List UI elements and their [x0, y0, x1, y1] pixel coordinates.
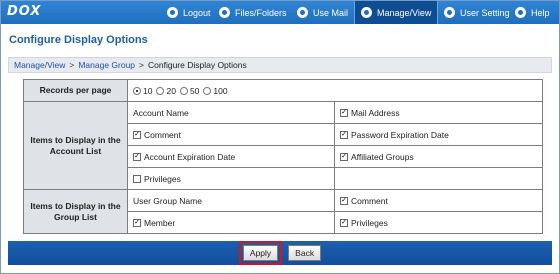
account-expiration-checkbox[interactable]: ✓	[133, 152, 141, 161]
radio-10[interactable]	[133, 86, 141, 95]
mail-address-label: Mail Address	[351, 107, 400, 118]
nav-logout[interactable]: Logout	[161, 1, 217, 24]
account-list-header: Items to Display in the Account List	[23, 101, 128, 190]
breadcrumb: Manage/View > Manage Group > Configure D…	[8, 57, 552, 73]
password-expiration-label: Password Expiration Date	[351, 129, 449, 140]
user-group-name-fixed: User Group Name	[127, 189, 335, 212]
nav-use-mail-label: Use Mail	[313, 7, 349, 18]
group-list-header: Items to Display in the Group List	[23, 189, 128, 234]
user-icon	[444, 7, 455, 18]
password-expiration-cell: ✓ Password Expiration Date	[334, 123, 543, 146]
display-options-table: Records per page 10 20 50 100 Items to D…	[23, 79, 543, 234]
empty-cell	[334, 167, 543, 190]
account-privileges-checkbox[interactable]	[133, 174, 141, 183]
records-option-10[interactable]: 10	[133, 86, 152, 96]
nav-user-setting[interactable]: User Setting	[438, 1, 516, 24]
nav-help[interactable]: Help	[509, 1, 556, 24]
mail-icon	[297, 7, 308, 18]
apply-highlight: Apply	[238, 241, 283, 265]
radio-100[interactable]	[203, 86, 212, 95]
nav-manage-view[interactable]: Manage/View	[354, 1, 439, 24]
help-icon	[515, 7, 526, 18]
breadcrumb-manage-view[interactable]: Manage/View	[14, 60, 65, 70]
manage-icon	[361, 7, 372, 18]
affiliated-groups-label: Affiliated Groups	[351, 151, 414, 162]
account-expiration-cell: ✓ Account Expiration Date	[127, 145, 335, 168]
records-per-page-header: Records per page	[23, 79, 128, 102]
group-comment-cell: ✓ Comment	[334, 189, 543, 212]
logout-icon	[167, 7, 178, 18]
breadcrumb-current: Configure Display Options	[148, 60, 247, 70]
account-mail-address-cell: ✓ Mail Address	[334, 101, 543, 124]
account-comment-checkbox[interactable]: ✓	[133, 130, 141, 139]
group-member-cell: ✓ Member	[127, 211, 335, 234]
radio-50[interactable]	[179, 86, 188, 95]
account-name-fixed: Account Name	[127, 101, 335, 124]
account-list-row: Items to Display in the Account List Acc…	[23, 101, 543, 190]
nav-manage-view-label: Manage/View	[377, 7, 432, 18]
group-comment-checkbox[interactable]: ✓	[340, 196, 348, 205]
radio-20[interactable]	[156, 86, 165, 95]
account-privileges-label: Privileges	[144, 173, 181, 184]
records-option-50[interactable]: 50	[179, 86, 199, 96]
breadcrumb-separator: >	[139, 60, 144, 70]
account-expiration-label: Account Expiration Date	[144, 151, 236, 162]
action-bar: Apply Back	[8, 241, 552, 265]
affiliated-groups-checkbox[interactable]: ✓	[340, 152, 348, 161]
nav-help-label: Help	[531, 7, 550, 18]
group-privileges-label: Privileges	[351, 217, 388, 228]
records-per-page-options: 10 20 50 100	[127, 79, 543, 102]
group-list-row: Items to Display in the Group List User …	[23, 189, 543, 234]
nav-use-mail[interactable]: Use Mail	[291, 1, 354, 24]
account-comment-cell: ✓ Comment	[127, 123, 335, 146]
back-button[interactable]: Back	[288, 245, 322, 261]
apply-button[interactable]: Apply	[242, 245, 279, 261]
mail-address-checkbox[interactable]: ✓	[340, 108, 348, 117]
nav-logout-label: Logout	[183, 7, 211, 18]
account-privileges-cell: Privileges	[127, 167, 335, 190]
breadcrumb-manage-group[interactable]: Manage Group	[78, 60, 135, 70]
nav-files-folders-label: Files/Folders	[235, 7, 287, 18]
nav-user-setting-label: User Setting	[460, 7, 510, 18]
group-comment-label: Comment	[351, 195, 388, 206]
account-comment-label: Comment	[144, 129, 181, 140]
records-per-page-row: Records per page 10 20 50 100	[23, 79, 543, 102]
page-title: Configure Display Options	[9, 34, 148, 46]
app-window: DOX Logout Files/Folders Use Mail Manage…	[0, 0, 560, 274]
password-expiration-checkbox[interactable]: ✓	[340, 130, 348, 139]
folder-icon	[219, 7, 230, 18]
dox-logo: DOX	[7, 4, 42, 19]
group-member-checkbox[interactable]: ✓	[133, 218, 141, 227]
breadcrumb-separator: >	[69, 60, 75, 70]
top-navbar: DOX Logout Files/Folders Use Mail Manage…	[1, 1, 559, 24]
affiliated-groups-cell: ✓ Affiliated Groups	[334, 145, 543, 168]
group-privileges-checkbox[interactable]: ✓	[340, 218, 348, 227]
group-privileges-cell: ✓ Privileges	[334, 211, 543, 234]
group-member-label: Member	[144, 217, 176, 228]
records-option-20[interactable]: 20	[156, 86, 176, 96]
nav-files-folders[interactable]: Files/Folders	[213, 1, 293, 24]
records-option-100[interactable]: 100	[203, 86, 228, 96]
